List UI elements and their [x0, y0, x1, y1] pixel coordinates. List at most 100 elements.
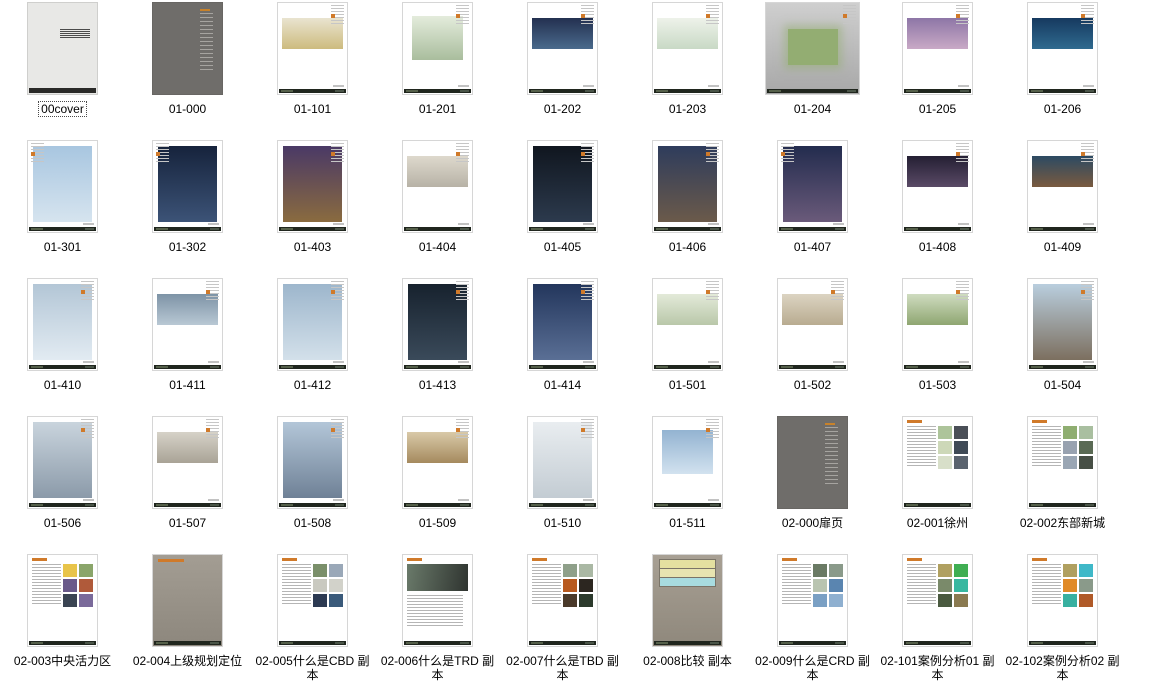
file-label[interactable]: 01-000: [167, 102, 208, 116]
file-label[interactable]: 02-004上级规划定位: [131, 654, 244, 668]
file-label[interactable]: 02-000扉页: [780, 516, 845, 530]
file-item[interactable]: 01-410: [0, 277, 125, 415]
file-label[interactable]: 01-202: [542, 102, 583, 116]
file-item[interactable]: 01-411: [125, 277, 250, 415]
file-item[interactable]: 01-503: [875, 277, 1000, 415]
file-label[interactable]: 01-404: [417, 240, 458, 254]
doc-image-grid: [1063, 426, 1093, 469]
file-item[interactable]: 01-501: [625, 277, 750, 415]
file-label[interactable]: 01-410: [42, 378, 83, 392]
file-item[interactable]: 02-004上级规划定位: [125, 553, 250, 689]
page-photo: [527, 2, 598, 95]
file-item[interactable]: 01-204: [750, 1, 875, 139]
file-label[interactable]: 01-508: [292, 516, 333, 530]
file-label[interactable]: 01-414: [542, 378, 583, 392]
file-item[interactable]: 02-002东部新城: [1000, 415, 1125, 553]
file-item[interactable]: 01-412: [250, 277, 375, 415]
file-label[interactable]: 01-507: [167, 516, 208, 530]
file-item[interactable]: 01-414: [500, 277, 625, 415]
file-label[interactable]: 00cover: [39, 102, 86, 116]
file-label[interactable]: 01-206: [1042, 102, 1083, 116]
file-item[interactable]: 01-511: [625, 415, 750, 553]
file-label[interactable]: 01-503: [917, 378, 958, 392]
file-label[interactable]: 02-007什么是TBD 副本: [500, 654, 625, 682]
file-item[interactable]: 01-201: [375, 1, 500, 139]
file-label[interactable]: 02-009什么是CRD 副本: [750, 654, 875, 682]
file-label[interactable]: 01-511: [667, 516, 707, 530]
page-photo: [152, 416, 223, 509]
file-label[interactable]: 01-302: [167, 240, 208, 254]
file-item[interactable]: 01-404: [375, 139, 500, 277]
file-label[interactable]: 01-502: [792, 378, 833, 392]
file-item[interactable]: 01-510: [500, 415, 625, 553]
file-item[interactable]: 02-003中央活力区: [0, 553, 125, 689]
file-label[interactable]: 01-407: [792, 240, 833, 254]
thumbnail: [750, 139, 875, 234]
file-item[interactable]: 01-405: [500, 139, 625, 277]
file-label[interactable]: 01-203: [667, 102, 708, 116]
file-label[interactable]: 01-101: [292, 102, 333, 116]
file-item[interactable]: 01-406: [625, 139, 750, 277]
file-label[interactable]: 01-501: [667, 378, 708, 392]
file-label[interactable]: 01-403: [292, 240, 333, 254]
file-item[interactable]: 01-202: [500, 1, 625, 139]
file-item[interactable]: 02-001徐州: [875, 415, 1000, 553]
file-label[interactable]: 01-413: [417, 378, 458, 392]
doc-image: [1079, 579, 1093, 592]
page-image: [153, 555, 222, 646]
file-item[interactable]: 01-000: [125, 1, 250, 139]
page-divider: [152, 2, 223, 95]
file-item[interactable]: 01-301: [0, 139, 125, 277]
file-label[interactable]: 01-411: [167, 378, 207, 392]
thumbnail: [625, 277, 750, 372]
file-label[interactable]: 01-406: [667, 240, 708, 254]
file-item[interactable]: 02-000扉页: [750, 415, 875, 553]
file-label[interactable]: 02-003中央活力区: [12, 654, 113, 668]
file-item[interactable]: 02-007什么是TBD 副本: [500, 553, 625, 689]
file-label[interactable]: 01-506: [42, 516, 83, 530]
file-label[interactable]: 01-412: [292, 378, 333, 392]
file-item[interactable]: 02-102案例分析02 副本: [1000, 553, 1125, 689]
file-item[interactable]: 01-205: [875, 1, 1000, 139]
file-item[interactable]: 02-005什么是CBD 副本: [250, 553, 375, 689]
file-item[interactable]: 02-006什么是TRD 副本: [375, 553, 500, 689]
file-label[interactable]: 02-006什么是TRD 副本: [375, 654, 500, 682]
file-item[interactable]: 01-506: [0, 415, 125, 553]
file-label[interactable]: 01-301: [42, 240, 83, 254]
file-label[interactable]: 02-001徐州: [905, 516, 970, 530]
file-item[interactable]: 01-507: [125, 415, 250, 553]
file-item[interactable]: 01-203: [625, 1, 750, 139]
file-item[interactable]: 01-403: [250, 139, 375, 277]
file-item[interactable]: 01-508: [250, 415, 375, 553]
file-item[interactable]: 02-008比较 副本: [625, 553, 750, 689]
file-label[interactable]: 01-509: [417, 516, 458, 530]
page-footer-bar: [154, 641, 221, 645]
file-label[interactable]: 02-008比较 副本: [641, 654, 734, 668]
file-item[interactable]: 01-101: [250, 1, 375, 139]
file-item[interactable]: 01-413: [375, 277, 500, 415]
file-label[interactable]: 02-102案例分析02 副本: [1000, 654, 1125, 682]
file-label[interactable]: 01-408: [917, 240, 958, 254]
file-item[interactable]: 01-407: [750, 139, 875, 277]
file-label[interactable]: 01-504: [1042, 378, 1083, 392]
file-label[interactable]: 01-205: [917, 102, 958, 116]
file-label[interactable]: 01-405: [542, 240, 583, 254]
file-item[interactable]: 01-302: [125, 139, 250, 277]
file-item[interactable]: 01-409: [1000, 139, 1125, 277]
file-item[interactable]: 01-206: [1000, 1, 1125, 139]
file-item[interactable]: 01-408: [875, 139, 1000, 277]
file-label[interactable]: 01-201: [417, 102, 458, 116]
file-label[interactable]: 02-005什么是CBD 副本: [250, 654, 375, 682]
file-label[interactable]: 01-510: [542, 516, 583, 530]
file-item[interactable]: 02-009什么是CRD 副本: [750, 553, 875, 689]
file-item[interactable]: 01-504: [1000, 277, 1125, 415]
file-label[interactable]: 02-101案例分析01 副本: [875, 654, 1000, 682]
file-item[interactable]: 01-502: [750, 277, 875, 415]
file-label[interactable]: 01-204: [792, 102, 833, 116]
file-item[interactable]: 00cover: [0, 1, 125, 139]
file-label[interactable]: 01-409: [1042, 240, 1083, 254]
file-label[interactable]: 02-002东部新城: [1018, 516, 1107, 530]
doc-image: [938, 594, 952, 607]
file-item[interactable]: 02-101案例分析01 副本: [875, 553, 1000, 689]
file-item[interactable]: 01-509: [375, 415, 500, 553]
